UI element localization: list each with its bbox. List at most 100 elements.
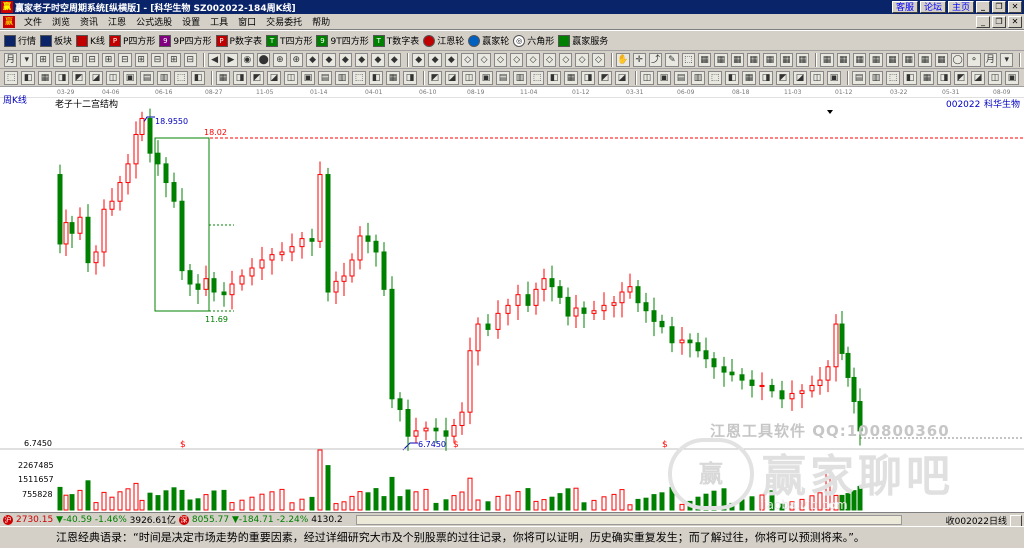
period-tool-icon[interactable]: ▦ bbox=[746, 52, 761, 67]
child-restore-button[interactable]: ❐ bbox=[992, 16, 1006, 28]
period-tool-icon[interactable]: ▦ bbox=[820, 52, 834, 67]
drawing-tool-icon[interactable]: ▥ bbox=[157, 70, 171, 85]
drawing-tool-icon[interactable]: ◨ bbox=[403, 70, 417, 85]
drawing-tool-icon[interactable]: ◨ bbox=[759, 70, 773, 85]
drawing-tool-icon[interactable]: ⬚ bbox=[4, 70, 18, 85]
drawing-tool-icon[interactable]: ▦ bbox=[564, 70, 578, 85]
drawing-tool-icon[interactable]: ▣ bbox=[1005, 70, 1019, 85]
period-tool-icon[interactable]: ▦ bbox=[763, 52, 777, 67]
drawing-tool-icon[interactable]: ◩ bbox=[250, 70, 264, 85]
period-tool-icon[interactable]: ✛ bbox=[632, 52, 646, 67]
toolbar-winner-wheel-button[interactable]: 赢家轮 bbox=[468, 33, 509, 49]
period-tool-icon[interactable]: 月 bbox=[983, 52, 998, 67]
drawing-tool-icon[interactable]: ▦ bbox=[920, 70, 934, 85]
child-close-button[interactable]: ✕ bbox=[1008, 16, 1022, 28]
drawing-tool-icon[interactable]: ⬚ bbox=[174, 70, 188, 85]
drawing-tool-icon[interactable]: ▣ bbox=[657, 70, 671, 85]
drawing-tool-icon[interactable]: ◨ bbox=[233, 70, 247, 85]
period-tool-icon[interactable]: ▦ bbox=[714, 52, 728, 67]
period-tool-icon[interactable]: ⤴ bbox=[648, 52, 663, 67]
drawing-tool-icon[interactable]: ◫ bbox=[640, 70, 654, 85]
period-tool-icon[interactable]: ⊕ bbox=[273, 52, 287, 67]
drawing-tool-icon[interactable]: ▤ bbox=[674, 70, 688, 85]
period-tool-icon[interactable]: ◇ bbox=[461, 52, 475, 67]
drawing-tool-icon[interactable]: ▦ bbox=[742, 70, 756, 85]
toolbar-p-square-button[interactable]: P P四方形 bbox=[108, 33, 155, 49]
drawing-tool-icon[interactable]: ⬚ bbox=[530, 70, 544, 85]
menu-help[interactable]: 帮助 bbox=[307, 15, 335, 28]
period-tool-icon[interactable]: ◇ bbox=[542, 52, 557, 67]
drawing-tool-icon[interactable]: ⬚ bbox=[708, 70, 722, 85]
period-tool-icon[interactable]: ◇ bbox=[575, 52, 589, 67]
period-tool-icon[interactable]: ◆ bbox=[371, 52, 385, 67]
menu-settings[interactable]: 设置 bbox=[177, 15, 205, 28]
drawing-tool-icon[interactable]: ◪ bbox=[267, 70, 281, 85]
menu-app-icon[interactable]: 赢 bbox=[3, 15, 15, 28]
dropdown-arrow-icon[interactable] bbox=[827, 110, 833, 114]
period-tool-icon[interactable]: ◇ bbox=[493, 52, 508, 67]
period-tool-icon[interactable]: ◀ bbox=[207, 52, 222, 67]
drawing-tool-icon[interactable]: ◨ bbox=[55, 70, 69, 85]
period-tool-icon[interactable]: ⊞ bbox=[36, 52, 50, 67]
menu-news[interactable]: 资讯 bbox=[75, 15, 103, 28]
period-tool-icon[interactable]: ▦ bbox=[730, 52, 744, 67]
period-tool-icon[interactable]: ▦ bbox=[836, 52, 850, 67]
toolbar-9p-square-button[interactable]: 9 9P四方形 bbox=[159, 33, 212, 49]
close-button[interactable]: ✕ bbox=[1008, 1, 1022, 13]
restore-button[interactable]: ❐ bbox=[992, 1, 1006, 13]
drawing-tool-icon[interactable]: ◫ bbox=[462, 70, 476, 85]
period-tool-icon[interactable]: ⊟ bbox=[52, 52, 67, 67]
period-tool-icon[interactable]: ◆ bbox=[305, 52, 320, 67]
drawing-tool-icon[interactable]: ⬚ bbox=[886, 70, 900, 85]
drawing-tool-icon[interactable]: ◨ bbox=[581, 70, 595, 85]
period-tool-icon[interactable]: ◇ bbox=[510, 52, 524, 67]
drawing-tool-icon[interactable]: ◪ bbox=[445, 70, 459, 85]
toolbar-t-square-button[interactable]: T T四方形 bbox=[265, 33, 312, 49]
chart-area[interactable]: 周K线 老子十二宫结构 002022 科华生物 18.02 18.9550 11… bbox=[0, 88, 1024, 512]
period-tool-icon[interactable]: ◆ bbox=[444, 52, 459, 67]
period-tool-icon[interactable]: 月 bbox=[3, 52, 18, 67]
drawing-tool-icon[interactable]: ▥ bbox=[335, 70, 349, 85]
drawing-tool-icon[interactable]: ◩ bbox=[428, 70, 442, 85]
menu-browse[interactable]: 浏览 bbox=[47, 15, 75, 28]
drawing-tool-icon[interactable]: ▣ bbox=[479, 70, 493, 85]
period-tool-icon[interactable]: ◇ bbox=[526, 52, 540, 67]
shenzhen-index-icon[interactable]: 深 bbox=[178, 514, 189, 525]
period-tool-icon[interactable]: ⊞ bbox=[69, 52, 83, 67]
toolbar-gann-wheel-button[interactable]: 江恩轮 bbox=[423, 33, 464, 49]
drawing-tool-icon[interactable]: ◧ bbox=[369, 70, 383, 85]
period-tool-icon[interactable]: ▦ bbox=[918, 52, 932, 67]
drawing-tool-icon[interactable]: ◧ bbox=[547, 70, 561, 85]
child-minimize-button[interactable]: _ bbox=[976, 16, 990, 28]
toolbar-t-table-button[interactable]: T T数字表 bbox=[372, 33, 419, 49]
drawing-tool-icon[interactable]: ▣ bbox=[123, 70, 137, 85]
period-tool-icon[interactable]: ⊞ bbox=[134, 52, 148, 67]
period-tool-icon[interactable]: ✎ bbox=[665, 52, 679, 67]
drawing-tool-icon[interactable]: ◧ bbox=[903, 70, 917, 85]
drawing-tool-icon[interactable]: ▤ bbox=[496, 70, 510, 85]
period-tool-icon[interactable]: ▦ bbox=[795, 52, 810, 67]
horizontal-scrollbar[interactable] bbox=[356, 515, 902, 525]
drawing-tool-icon[interactable]: ▣ bbox=[301, 70, 315, 85]
drawing-tool-icon[interactable]: ◧ bbox=[191, 70, 205, 85]
drawing-tool-icon[interactable]: ◩ bbox=[954, 70, 968, 85]
drawing-tool-icon[interactable]: ◫ bbox=[988, 70, 1002, 85]
toolbar-service-button[interactable]: 赢家服务 bbox=[558, 33, 608, 49]
period-tool-icon[interactable]: ⊟ bbox=[150, 52, 165, 67]
drawing-tool-icon[interactable]: ◩ bbox=[72, 70, 86, 85]
minimize-button[interactable]: _ bbox=[976, 1, 990, 13]
period-tool-icon[interactable]: ⬤ bbox=[256, 52, 271, 67]
period-tool-icon[interactable]: ◇ bbox=[591, 52, 606, 67]
menu-formula-screening[interactable]: 公式选股 bbox=[131, 15, 177, 28]
period-tool-icon[interactable]: ⊟ bbox=[118, 52, 132, 67]
drawing-tool-icon[interactable]: ◫ bbox=[810, 70, 824, 85]
drawing-tool-icon[interactable]: ◪ bbox=[89, 70, 103, 85]
period-tool-icon[interactable]: ◆ bbox=[428, 52, 442, 67]
drawing-tool-icon[interactable]: ▦ bbox=[216, 70, 230, 85]
drawing-tool-icon[interactable]: ▤ bbox=[318, 70, 332, 85]
toolbar-hexagon-button[interactable]: ◎ 六角形 bbox=[513, 33, 554, 49]
period-tool-icon[interactable]: ◉ bbox=[240, 52, 254, 67]
menu-gann[interactable]: 江恩 bbox=[103, 15, 131, 28]
period-tool-icon[interactable]: ▦ bbox=[869, 52, 883, 67]
shanghai-index-icon[interactable]: 沪 bbox=[3, 514, 13, 525]
